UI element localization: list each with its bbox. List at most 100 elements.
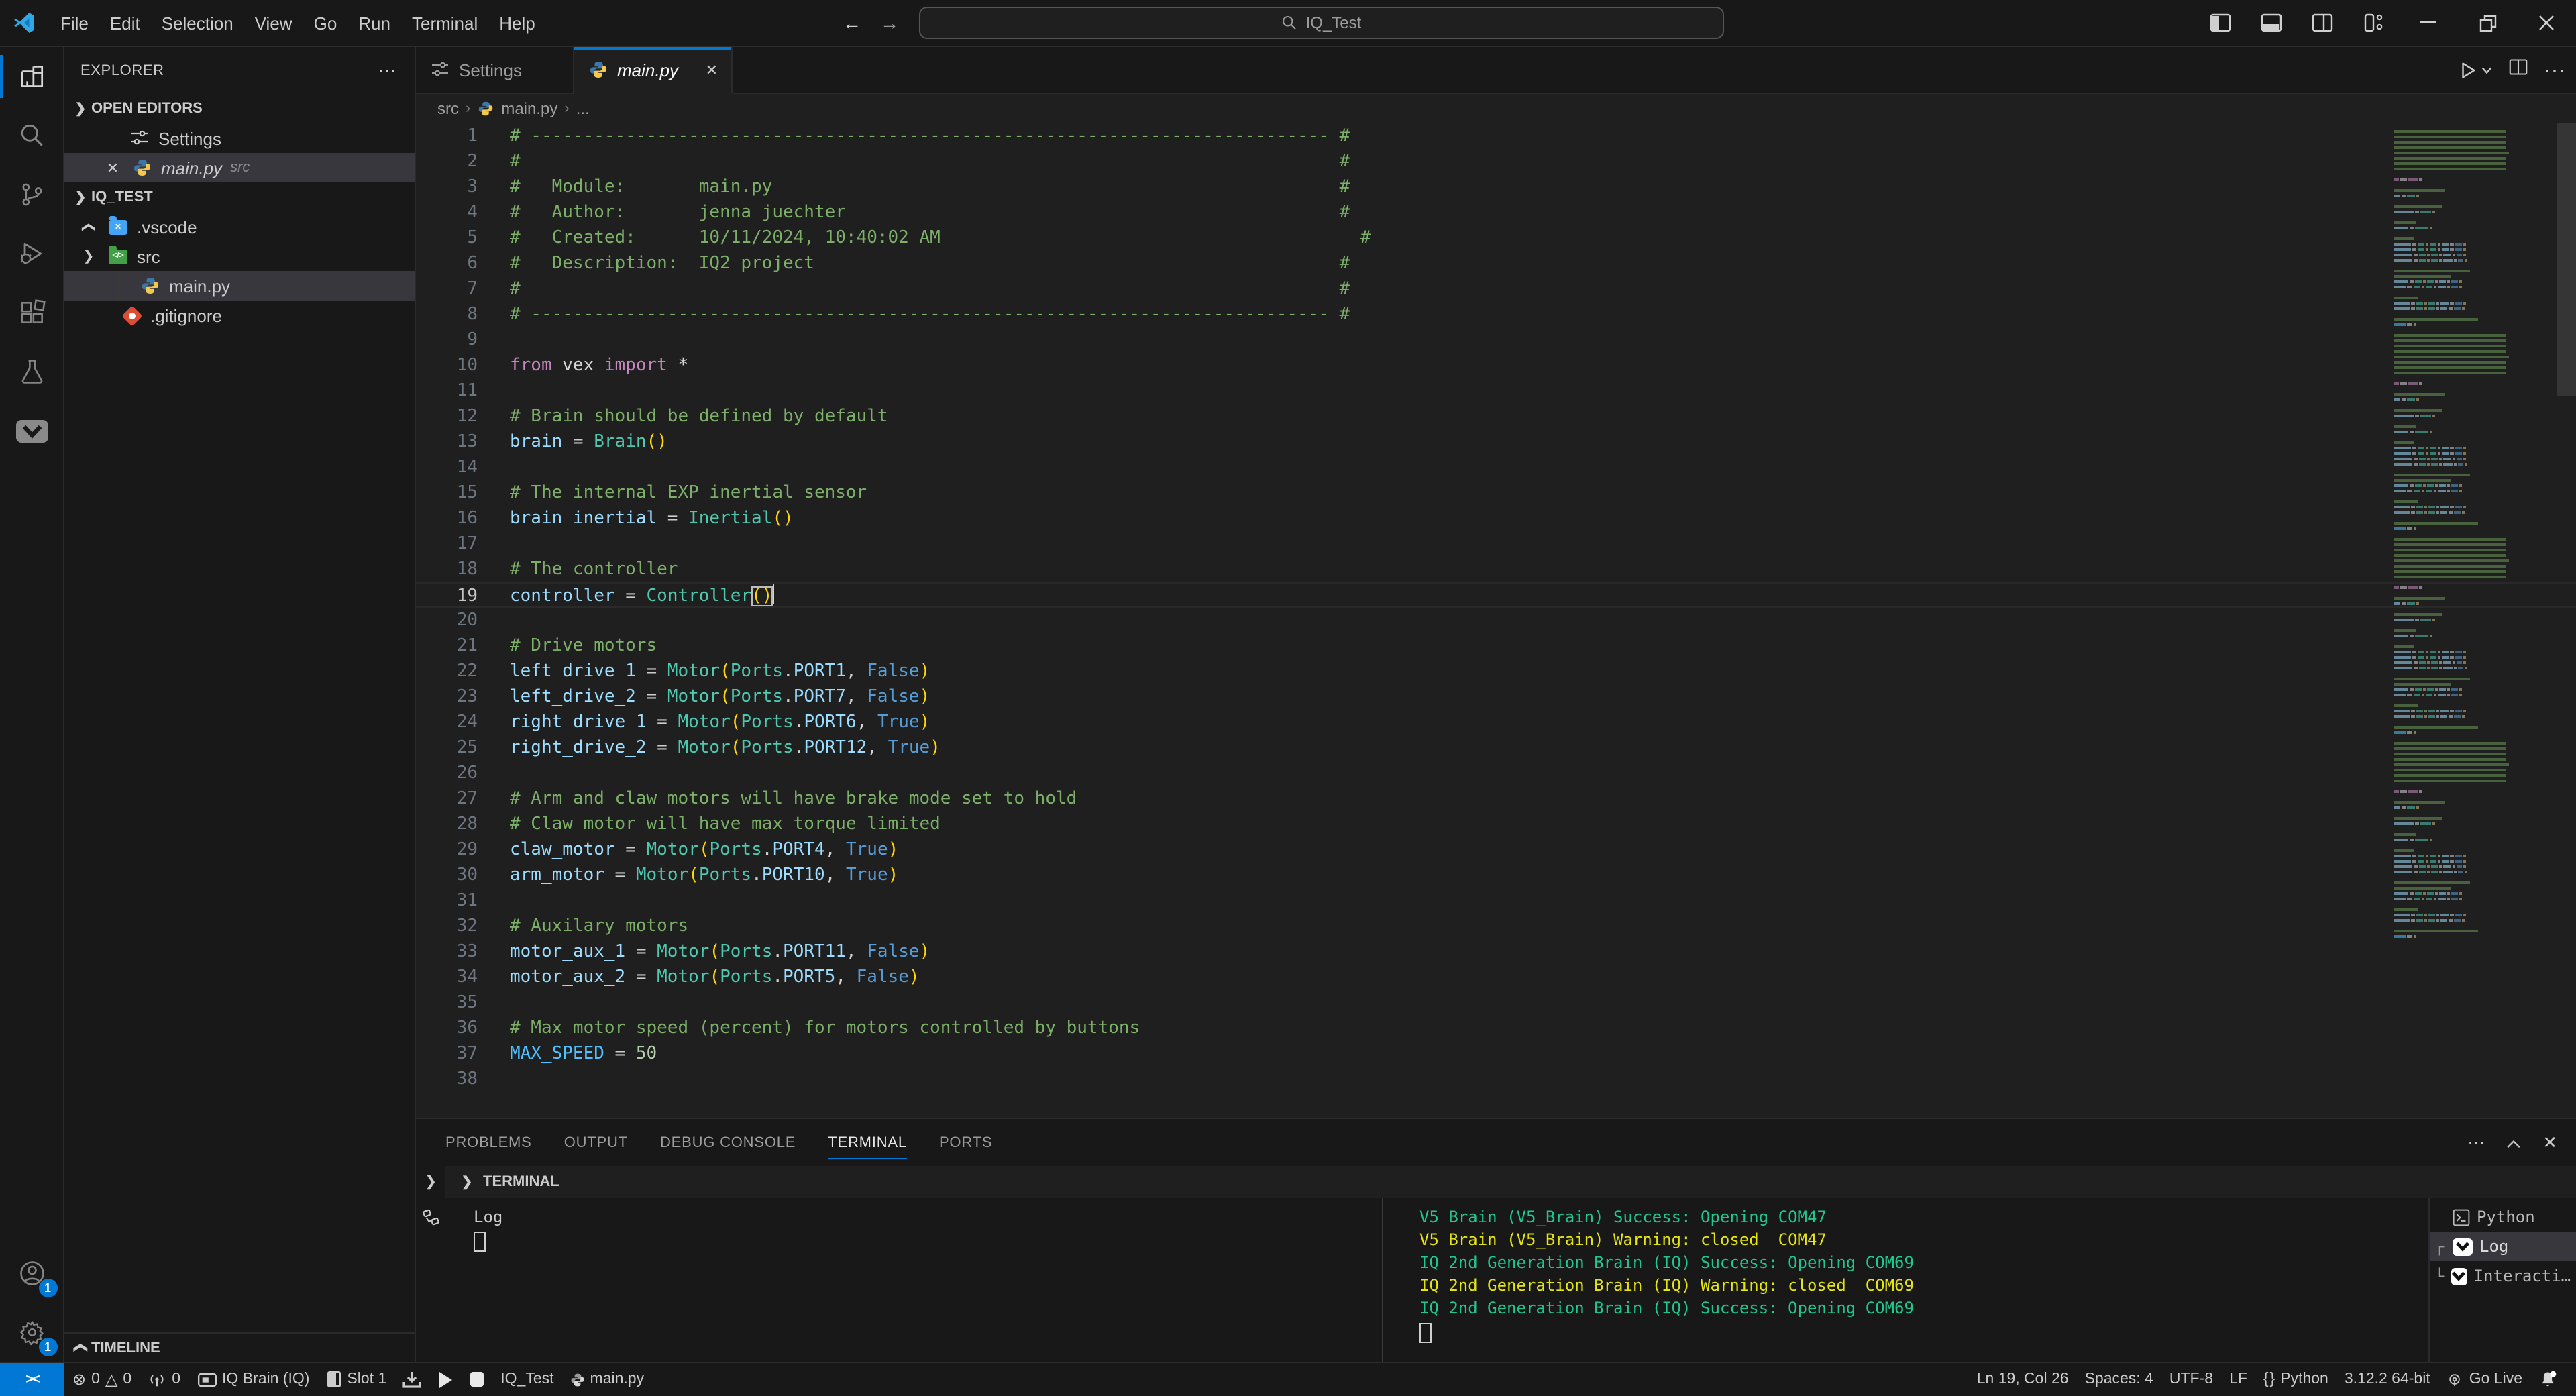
- activity-testing[interactable]: [0, 342, 64, 401]
- section-open-editors[interactable]: ❯ OPEN EDITORS: [64, 94, 415, 123]
- editor-scrollbar[interactable]: [2557, 123, 2576, 1118]
- activity-accounts[interactable]: 1: [0, 1244, 64, 1303]
- code-line-26[interactable]: 26: [416, 761, 2576, 786]
- code-line-34[interactable]: 34motor_aux_2 = Motor(Ports.PORT5, False…: [416, 965, 2576, 990]
- section-project-root[interactable]: ❯ IQ_TEST: [64, 182, 415, 212]
- activity-source-control[interactable]: [0, 165, 64, 224]
- cursor-position-status[interactable]: Ln 19, Col 26: [1969, 1363, 2077, 1396]
- code-line-16[interactable]: 16brain_inertial = Inertial(): [416, 506, 2576, 531]
- terminal-list-item-log[interactable]: ┌Log: [2430, 1232, 2576, 1261]
- problems-status[interactable]: ⊗0 △0: [64, 1363, 140, 1396]
- code-line-19[interactable]: 19controller = Controller(): [416, 582, 2576, 608]
- code-line-8[interactable]: 8# -------------------------------------…: [416, 302, 2576, 327]
- split-editor-icon[interactable]: [2509, 58, 2528, 83]
- more-actions-icon[interactable]: ⋯: [2544, 57, 2565, 84]
- menu-item-run[interactable]: Run: [347, 7, 401, 38]
- active-file-status[interactable]: main.py: [562, 1363, 653, 1396]
- interpreter-status[interactable]: 3.12.2 64-bit: [2337, 1363, 2438, 1396]
- code-line-29[interactable]: 29claw_motor = Motor(Ports.PORT4, True): [416, 837, 2576, 863]
- code-line-11[interactable]: 11: [416, 378, 2576, 404]
- code-line-3[interactable]: 3# Module: main.py #: [416, 174, 2576, 200]
- explorer-more-actions-icon[interactable]: ⋯: [378, 60, 398, 81]
- menu-item-go[interactable]: Go: [303, 7, 348, 38]
- back-arrow-icon[interactable]: ←: [843, 12, 861, 34]
- terminal-list-item-python[interactable]: Python: [2430, 1202, 2576, 1232]
- breadcrumb-file[interactable]: main.py: [501, 99, 557, 118]
- code-line-2[interactable]: 2# #: [416, 149, 2576, 174]
- code-line-5[interactable]: 5# Created: 10/11/2024, 10:40:02 AM #: [416, 225, 2576, 251]
- open-editor-settings[interactable]: Settings: [64, 123, 415, 153]
- close-icon[interactable]: ✕: [102, 159, 123, 176]
- activity-run-debug[interactable]: [0, 224, 64, 283]
- forward-arrow-icon[interactable]: →: [880, 12, 899, 34]
- code-line-35[interactable]: 35: [416, 990, 2576, 1016]
- code-line-1[interactable]: 1# -------------------------------------…: [416, 123, 2576, 149]
- project-status[interactable]: IQ_Test: [492, 1363, 561, 1396]
- tab-settings[interactable]: Settings: [416, 47, 574, 93]
- code-line-14[interactable]: 14: [416, 455, 2576, 480]
- command-center-search[interactable]: IQ_Test: [919, 7, 1724, 39]
- activity-extensions[interactable]: [0, 283, 64, 342]
- code-line-9[interactable]: 9: [416, 327, 2576, 353]
- code-line-25[interactable]: 25right_drive_2 = Motor(Ports.PORT12, Tr…: [416, 735, 2576, 761]
- ports-status[interactable]: 0: [140, 1363, 189, 1396]
- tab-mainpy[interactable]: main.py ✕: [574, 47, 733, 94]
- panel-tab-output[interactable]: OUTPUT: [564, 1119, 628, 1166]
- panel-tab-ports[interactable]: PORTS: [939, 1119, 992, 1166]
- code-line-6[interactable]: 6# Description: IQ2 project #: [416, 251, 2576, 276]
- tree-item-mainpy[interactable]: main.py: [64, 271, 415, 301]
- code-line-12[interactable]: 12# Brain should be defined by default: [416, 404, 2576, 429]
- code-line-33[interactable]: 33motor_aux_1 = Motor(Ports.PORT11, Fals…: [416, 939, 2576, 965]
- code-line-28[interactable]: 28# Claw motor will have max torque limi…: [416, 812, 2576, 837]
- scrollbar-slider[interactable]: [2557, 123, 2576, 396]
- code-line-13[interactable]: 13brain = Brain(): [416, 429, 2576, 455]
- toggle-sidebar-icon[interactable]: [2195, 0, 2246, 46]
- code-line-24[interactable]: 24right_drive_1 = Motor(Ports.PORT6, Tru…: [416, 710, 2576, 735]
- close-window-button[interactable]: [2517, 0, 2576, 46]
- code-line-32[interactable]: 32# Auxilary motors: [416, 914, 2576, 939]
- panel-tab-terminal[interactable]: TERMINAL: [828, 1119, 907, 1166]
- tree-item-vscode[interactable]: ❯ ✕ .vscode: [64, 212, 415, 241]
- terminal-section-header[interactable]: ❯ TERMINAL: [445, 1166, 2576, 1198]
- menu-item-selection[interactable]: Selection: [151, 7, 244, 38]
- device-status[interactable]: IQ Brain (IQ): [189, 1363, 317, 1396]
- open-editor-mainpy[interactable]: ✕ main.py src: [64, 153, 415, 182]
- terminal-list-item-interactiv[interactable]: └Interactiv...: [2430, 1261, 2576, 1291]
- minimap[interactable]: [2394, 129, 2522, 945]
- terminal-log-pane[interactable]: Log: [445, 1198, 1382, 1362]
- menu-item-help[interactable]: Help: [488, 7, 546, 38]
- encoding-status[interactable]: UTF-8: [2161, 1363, 2221, 1396]
- code-line-7[interactable]: 7# #: [416, 276, 2576, 302]
- terminal-output-pane[interactable]: V5 Brain (V5_Brain) Success: Opening COM…: [1382, 1198, 2428, 1362]
- customize-layout-icon[interactable]: [2348, 0, 2399, 46]
- tree-item-src[interactable]: ❯ </> src: [64, 241, 415, 271]
- download-button[interactable]: [394, 1363, 429, 1396]
- code-line-22[interactable]: 22left_drive_1 = Motor(Ports.PORT1, Fals…: [416, 659, 2576, 684]
- indentation-status[interactable]: Spaces: 4: [2077, 1363, 2161, 1396]
- run-python-file-button[interactable]: [2458, 60, 2493, 80]
- code-line-31[interactable]: 31: [416, 888, 2576, 914]
- maximize-panel-icon[interactable]: [2506, 1132, 2521, 1152]
- activity-settings[interactable]: 1: [0, 1303, 64, 1362]
- activity-vex[interactable]: [0, 401, 64, 460]
- go-live-button[interactable]: Go Live: [2438, 1363, 2530, 1396]
- panel-nav-icon[interactable]: [422, 1209, 439, 1226]
- code-line-21[interactable]: 21# Drive motors: [416, 633, 2576, 659]
- code-line-17[interactable]: 17: [416, 531, 2576, 557]
- code-line-15[interactable]: 15# The internal EXP inertial sensor: [416, 480, 2576, 506]
- code-line-38[interactable]: 38: [416, 1067, 2576, 1092]
- notifications-button[interactable]: [2530, 1363, 2565, 1396]
- remote-indicator[interactable]: ><: [0, 1363, 64, 1396]
- close-tab-icon[interactable]: ✕: [706, 61, 718, 78]
- stop-button[interactable]: [462, 1363, 492, 1396]
- panel-tab-debug-console[interactable]: DEBUG CONSOLE: [660, 1119, 796, 1166]
- chevron-right-icon[interactable]: ❯: [425, 1173, 437, 1190]
- code-line-37[interactable]: 37MAX_SPEED = 50: [416, 1041, 2576, 1067]
- slot-status[interactable]: Slot 1: [317, 1363, 394, 1396]
- toggle-secondary-sidebar-icon[interactable]: [2297, 0, 2348, 46]
- activity-search[interactable]: [0, 106, 64, 165]
- language-status[interactable]: { }Python: [2255, 1363, 2337, 1396]
- close-panel-icon[interactable]: ✕: [2542, 1132, 2557, 1153]
- code-line-36[interactable]: 36# Max motor speed (percent) for motors…: [416, 1016, 2576, 1041]
- code-line-10[interactable]: 10from vex import *: [416, 353, 2576, 378]
